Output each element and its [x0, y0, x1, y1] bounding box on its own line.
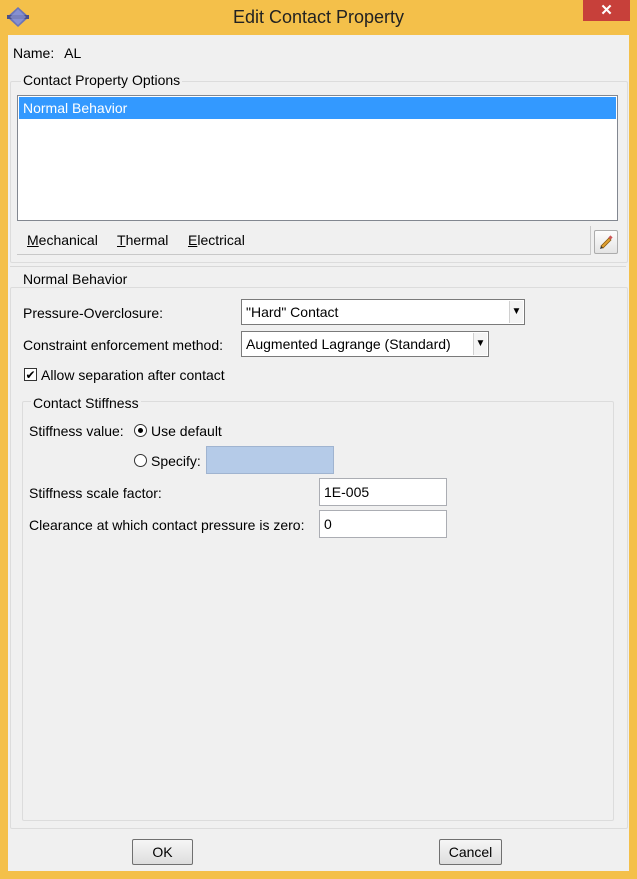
close-icon: ✕: [600, 2, 613, 19]
name-row: Name: AL: [13, 45, 81, 61]
list-item[interactable]: Normal Behavior: [19, 97, 616, 119]
allow-separation-label: Allow separation after contact: [41, 367, 225, 383]
specify-radio[interactable]: [134, 454, 147, 467]
constraint-method-select[interactable]: Augmented Lagrange (Standard) ▼: [241, 331, 489, 357]
cancel-button[interactable]: Cancel: [439, 839, 502, 865]
chevron-down-icon: ▼: [509, 301, 523, 323]
specify-label: Specify:: [151, 453, 201, 469]
menu-thermal-mnemonic: T: [117, 232, 126, 248]
section-separator: [10, 266, 626, 267]
pressure-overclosure-label: Pressure-Overclosure:: [23, 305, 164, 321]
chevron-down-icon: ▼: [473, 333, 487, 355]
contact-stiffness-legend: Contact Stiffness: [31, 395, 141, 411]
constraint-method-label: Constraint enforcement method:: [23, 337, 223, 353]
menu-mechanical-label: echanical: [38, 232, 98, 248]
allow-separation-checkbox[interactable]: ✔: [24, 368, 37, 382]
constraint-method-value: Augmented Lagrange (Standard): [246, 336, 451, 352]
normal-behavior-legend: Normal Behavior: [21, 271, 130, 287]
use-default-label: Use default: [151, 423, 222, 439]
pencil-icon: [600, 235, 613, 249]
clearance-label: Clearance at which contact pressure is z…: [29, 517, 305, 533]
menu-thermal-label: hermal: [125, 232, 169, 248]
stiffness-scale-input[interactable]: 1E-005: [319, 478, 447, 506]
pressure-overclosure-value: "Hard" Contact: [246, 304, 339, 320]
menu-mechanical[interactable]: Mechanical: [27, 232, 98, 248]
window-title: Edit Contact Property: [232, 7, 405, 27]
use-default-radio[interactable]: [134, 424, 147, 437]
stiffness-value-label: Stiffness value:: [29, 423, 124, 439]
menu-thermal[interactable]: Thermal: [117, 232, 168, 248]
options-listbox[interactable]: Normal Behavior: [17, 95, 618, 221]
menu-electrical-label: lectrical: [197, 232, 245, 248]
specify-input[interactable]: [206, 446, 334, 474]
ok-button[interactable]: OK: [132, 839, 193, 865]
menu-electrical[interactable]: Electrical: [188, 232, 245, 248]
dialog-window: Edit Contact Property ✕ Name: AL Contact…: [0, 0, 637, 879]
menu-electrical-mnemonic: E: [188, 232, 198, 248]
pressure-overclosure-select[interactable]: "Hard" Contact ▼: [241, 299, 525, 325]
menu-mechanical-mnemonic: M: [27, 232, 39, 248]
contact-property-options-legend: Contact Property Options: [21, 72, 183, 88]
dialog-body: Name: AL Contact Property Options Normal…: [8, 35, 629, 871]
name-value: AL: [64, 45, 82, 61]
check-icon: ✔: [25, 368, 36, 382]
close-button[interactable]: ✕: [583, 0, 630, 21]
clearance-input[interactable]: 0: [319, 510, 447, 538]
edit-button[interactable]: [594, 230, 618, 254]
stiffness-scale-label: Stiffness scale factor:: [29, 485, 162, 501]
name-label: Name:: [13, 45, 55, 61]
options-menubar: Mechanical Thermal Electrical: [17, 226, 591, 255]
title-bar[interactable]: Edit Contact Property ✕: [0, 0, 637, 35]
